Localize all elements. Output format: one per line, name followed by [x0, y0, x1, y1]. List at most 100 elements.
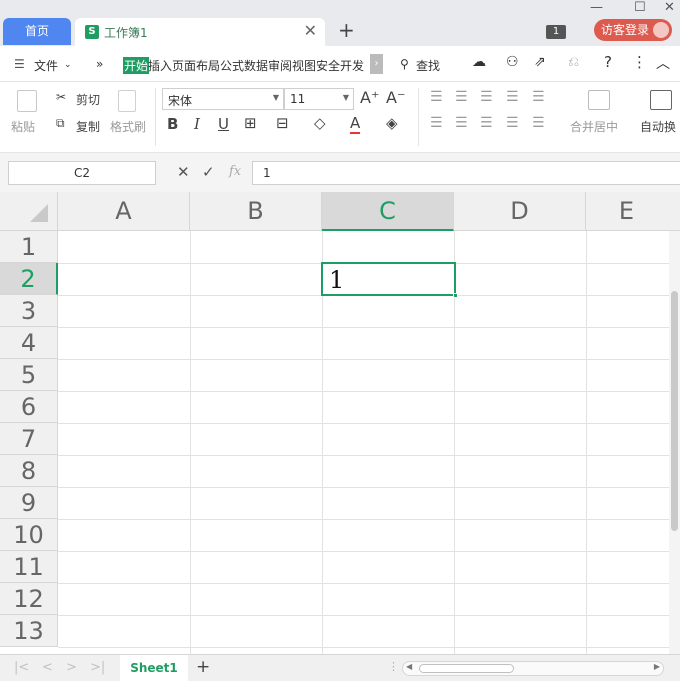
align-center-icon[interactable]: ☰ [455, 115, 468, 131]
vertical-scroll-thumb[interactable] [671, 291, 678, 531]
undo-history-icon[interactable]: ⎌ [568, 54, 579, 70]
minimize-icon[interactable]: — [590, 0, 603, 15]
eraser-icon[interactable]: ◈ [386, 114, 398, 132]
tab-start[interactable]: 开始 [123, 57, 150, 74]
cloud-icon[interactable]: ☁ [472, 54, 486, 70]
distribute-icon[interactable]: ☰ [532, 115, 545, 131]
help-icon[interactable]: ? [604, 53, 612, 71]
scroll-left-icon[interactable]: ◀ [406, 662, 412, 671]
fill-color-icon[interactable]: ◇ [314, 114, 326, 132]
row-header-8[interactable]: 8 [0, 455, 58, 487]
cancel-icon[interactable]: ✕ [177, 163, 190, 181]
more-options-icon[interactable]: ⋮ [632, 53, 647, 71]
row-header-6[interactable]: 6 [0, 391, 58, 423]
window-close-icon[interactable]: ✕ [664, 0, 675, 15]
hamburger-icon[interactable]: ☰ [14, 57, 25, 71]
last-sheet-icon[interactable]: >| [90, 660, 105, 675]
decrease-font-icon[interactable]: A⁻ [386, 88, 405, 107]
font-size-select[interactable]: 11 ▼ [284, 88, 354, 110]
sheet-tab-sheet1[interactable]: Sheet1 [120, 655, 188, 681]
document-tab[interactable]: S 工作簿1 ✕ [75, 18, 325, 46]
indent-increase-icon[interactable]: ☰ [532, 89, 545, 105]
selected-cell-c2[interactable]: 1 [321, 262, 458, 298]
collaborate-icon[interactable]: ⚇ [506, 54, 519, 70]
increase-font-icon[interactable]: A⁺ [360, 88, 379, 107]
first-sheet-icon[interactable]: |< [14, 660, 29, 675]
cut-button[interactable]: 剪切 [76, 91, 100, 108]
guest-login-button[interactable]: 访客登录 [594, 19, 672, 41]
column-header-b[interactable]: B [190, 192, 322, 231]
column-header-e[interactable]: E [586, 192, 680, 231]
sheet-grid[interactable]: A B C D E 1 2 3 4 5 6 7 8 9 10 11 12 13 [0, 192, 680, 654]
select-all-corner[interactable] [0, 192, 58, 231]
row-header-1[interactable]: 1 [0, 231, 58, 263]
font-name-select[interactable]: 宋体 ▼ [162, 88, 284, 110]
confirm-icon[interactable]: ✓ [202, 163, 215, 181]
fill-handle[interactable] [453, 293, 458, 298]
row-header-11[interactable]: 11 [0, 551, 58, 583]
indent-decrease-icon[interactable]: ☰ [506, 89, 519, 105]
column-header-d[interactable]: D [454, 192, 586, 231]
new-tab-button[interactable]: + [338, 18, 355, 42]
font-color-icon[interactable]: A [350, 114, 361, 134]
tab-view[interactable]: 视图 [292, 57, 316, 74]
collapse-ribbon-icon[interactable]: ︿ [656, 53, 670, 73]
prev-sheet-icon[interactable]: < [42, 660, 53, 675]
row-header-12[interactable]: 12 [0, 583, 58, 615]
row-header-10[interactable]: 10 [0, 519, 58, 551]
tab-insert[interactable]: 插入 [148, 57, 172, 74]
paste-button[interactable]: 粘贴 [11, 118, 35, 135]
tab-developer[interactable]: 开发 [340, 57, 364, 74]
home-tab[interactable]: 首页 [3, 18, 71, 45]
merge-center-icon[interactable] [588, 90, 610, 110]
column-header-a[interactable]: A [58, 192, 190, 231]
align-top-icon[interactable]: ☰ [430, 89, 443, 105]
search-label[interactable]: 查找 [416, 57, 440, 74]
underline-button[interactable]: U [218, 115, 229, 133]
formula-input[interactable]: 1 [252, 161, 680, 185]
insert-function-button[interactable]: fx [229, 164, 241, 179]
align-left-icon[interactable]: ☰ [430, 115, 443, 131]
italic-button[interactable]: I [194, 115, 200, 133]
merge-center-button[interactable]: 合并居中 [570, 118, 618, 135]
name-box[interactable]: C2 [8, 161, 156, 185]
row-header-3[interactable]: 3 [0, 295, 58, 327]
format-painter-icon[interactable] [118, 90, 136, 112]
paste-icon[interactable] [17, 90, 37, 112]
row-header-2[interactable]: 2 [0, 263, 58, 295]
scroll-right-icon[interactable]: ▶ [654, 662, 660, 671]
add-sheet-button[interactable]: + [196, 657, 210, 677]
horizontal-scrollbar[interactable]: ◀ ▶ [402, 661, 664, 676]
auto-wrap-button[interactable]: 自动换 [640, 118, 676, 135]
more-tabs-icon[interactable]: » [96, 57, 103, 71]
tab-review[interactable]: 审阅 [268, 57, 292, 74]
format-painter-button[interactable]: 格式刷 [110, 118, 146, 135]
bold-button[interactable]: B [167, 115, 178, 133]
row-header-13[interactable]: 13 [0, 615, 58, 647]
share-icon[interactable]: ⇗ [534, 54, 546, 70]
align-bottom-icon[interactable]: ☰ [480, 89, 493, 105]
next-sheet-icon[interactable]: > [66, 660, 77, 675]
row-header-7[interactable]: 7 [0, 423, 58, 455]
column-header-c[interactable]: C [322, 192, 454, 231]
wrap-text-icon[interactable] [650, 90, 672, 110]
maximize-icon[interactable]: ☐ [634, 0, 646, 15]
tab-formulas[interactable]: 公式 [220, 57, 244, 74]
search-icon[interactable]: ⚲ [400, 57, 409, 71]
tab-security[interactable]: 安全 [316, 57, 340, 74]
vertical-scrollbar[interactable] [669, 231, 680, 654]
justify-icon[interactable]: ☰ [506, 115, 519, 131]
row-header-5[interactable]: 5 [0, 359, 58, 391]
scroll-tabs-right-icon[interactable]: › [370, 54, 383, 74]
copy-button[interactable]: 复制 [76, 118, 100, 135]
tab-page-layout[interactable]: 页面布局 [172, 57, 220, 74]
close-tab-icon[interactable]: ✕ [304, 21, 317, 40]
horizontal-scroll-thumb[interactable] [419, 664, 514, 673]
file-menu[interactable]: 文件 [34, 57, 58, 74]
window-count-badge[interactable]: 1 [546, 25, 566, 39]
cell-style-icon[interactable]: ⊟ [276, 114, 289, 132]
row-header-9[interactable]: 9 [0, 487, 58, 519]
align-right-icon[interactable]: ☰ [480, 115, 493, 131]
tab-data[interactable]: 数据 [244, 57, 268, 74]
row-header-4[interactable]: 4 [0, 327, 58, 359]
